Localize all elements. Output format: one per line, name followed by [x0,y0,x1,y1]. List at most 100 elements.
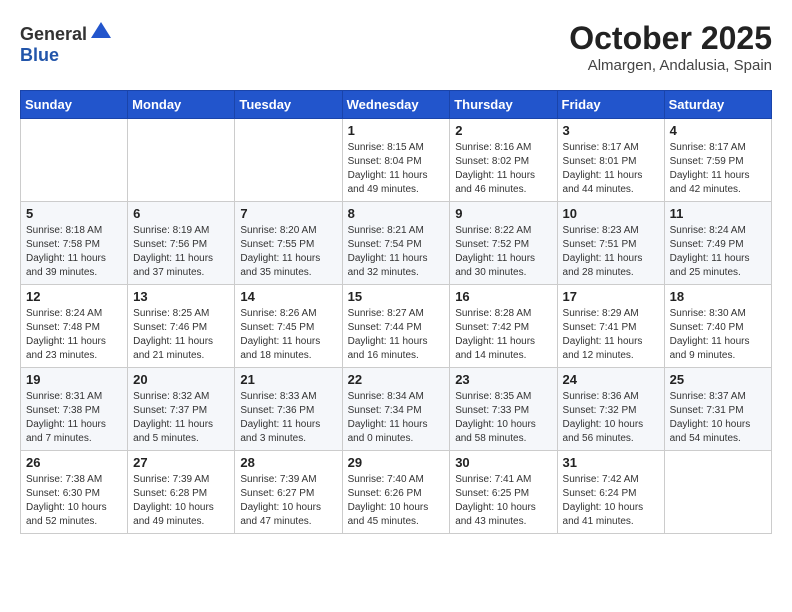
day-info: Sunrise: 8:22 AM Sunset: 7:52 PM Dayligh… [455,224,551,280]
calendar-cell [664,451,771,534]
day-number: 21 [240,372,336,387]
day-info: Sunrise: 8:27 AM Sunset: 7:44 PM Dayligh… [348,307,445,363]
calendar-cell: 1Sunrise: 8:15 AM Sunset: 8:04 PM Daylig… [342,119,450,202]
day-number: 25 [670,372,766,387]
calendar-cell: 7 Sunrise: 8:20 AM Sunset: 7:55 PM Daylig… [235,202,342,285]
month-title: October 2025 [569,20,772,57]
weekday-header: Friday [557,91,664,119]
calendar-week-row: 5 Sunrise: 8:18 AM Sunset: 7:58 PM Daylig… [21,202,772,285]
calendar-week-row: 1Sunrise: 8:15 AM Sunset: 8:04 PM Daylig… [21,119,772,202]
calendar-cell: 26Sunrise: 7:38 AM Sunset: 6:30 PM Dayli… [21,451,128,534]
weekday-header: Sunday [21,91,128,119]
calendar-week-row: 26Sunrise: 7:38 AM Sunset: 6:30 PM Dayli… [21,451,772,534]
day-number: 29 [348,455,445,470]
calendar-cell: 25 Sunrise: 8:37 AM Sunset: 7:31 PM Dayli… [664,368,771,451]
calendar-cell: 31Sunrise: 7:42 AM Sunset: 6:24 PM Dayli… [557,451,664,534]
calendar-cell: 30 Sunrise: 7:41 AM Sunset: 6:25 PM Dayli… [450,451,557,534]
day-number: 17 [563,289,659,304]
day-info: Sunrise: 8:17 AM Sunset: 8:01 PM Dayligh… [563,141,659,197]
calendar-cell: 15 Sunrise: 8:27 AM Sunset: 7:44 PM Dayli… [342,285,450,368]
day-number: 9 [455,206,551,221]
page-header: General Blue October 2025 Almargen, Anda… [20,20,772,74]
day-number: 7 [240,206,336,221]
weekday-header: Saturday [664,91,771,119]
day-info: Sunrise: 7:40 AM Sunset: 6:26 PM Dayligh… [348,473,445,529]
day-number: 11 [670,206,766,221]
calendar-week-row: 12 Sunrise: 8:24 AM Sunset: 7:48 PM Dayli… [21,285,772,368]
calendar-week-row: 19Sunrise: 8:31 AM Sunset: 7:38 PM Dayli… [21,368,772,451]
day-number: 27 [133,455,229,470]
day-number: 18 [670,289,766,304]
calendar-cell: 5 Sunrise: 8:18 AM Sunset: 7:58 PM Daylig… [21,202,128,285]
calendar-header: SundayMondayTuesdayWednesdayThursdayFrid… [21,91,772,119]
day-number: 5 [26,206,122,221]
day-info: Sunrise: 8:24 AM Sunset: 7:48 PM Dayligh… [26,307,122,363]
day-number: 15 [348,289,445,304]
day-info: Sunrise: 8:31 AM Sunset: 7:38 PM Dayligh… [26,390,122,446]
calendar-cell: 9 Sunrise: 8:22 AM Sunset: 7:52 PM Daylig… [450,202,557,285]
calendar-cell: 27 Sunrise: 7:39 AM Sunset: 6:28 PM Dayli… [128,451,235,534]
calendar-body: 1Sunrise: 8:15 AM Sunset: 8:04 PM Daylig… [21,119,772,534]
day-info: Sunrise: 7:41 AM Sunset: 6:25 PM Dayligh… [455,473,551,529]
day-info: Sunrise: 8:18 AM Sunset: 7:58 PM Dayligh… [26,224,122,280]
calendar-cell [235,119,342,202]
calendar-cell: 28Sunrise: 7:39 AM Sunset: 6:27 PM Dayli… [235,451,342,534]
day-info: Sunrise: 8:37 AM Sunset: 7:31 PM Dayligh… [670,390,766,446]
weekday-row: SundayMondayTuesdayWednesdayThursdayFrid… [21,91,772,119]
calendar-cell: 2Sunrise: 8:16 AM Sunset: 8:02 PM Daylig… [450,119,557,202]
day-info: Sunrise: 7:39 AM Sunset: 6:28 PM Dayligh… [133,473,229,529]
day-info: Sunrise: 8:20 AM Sunset: 7:55 PM Dayligh… [240,224,336,280]
calendar: SundayMondayTuesdayWednesdayThursdayFrid… [20,90,772,534]
calendar-cell [128,119,235,202]
day-info: Sunrise: 8:30 AM Sunset: 7:40 PM Dayligh… [670,307,766,363]
calendar-cell: 23 Sunrise: 8:35 AM Sunset: 7:33 PM Dayli… [450,368,557,451]
calendar-cell: 12 Sunrise: 8:24 AM Sunset: 7:48 PM Dayli… [21,285,128,368]
day-number: 6 [133,206,229,221]
logo-icon [89,20,113,40]
day-info: Sunrise: 8:21 AM Sunset: 7:54 PM Dayligh… [348,224,445,280]
day-number: 4 [670,123,766,138]
day-number: 12 [26,289,122,304]
location: Almargen, Andalusia, Spain [569,57,772,74]
calendar-cell: 6 Sunrise: 8:19 AM Sunset: 7:56 PM Daylig… [128,202,235,285]
day-info: Sunrise: 8:35 AM Sunset: 7:33 PM Dayligh… [455,390,551,446]
calendar-cell: 13Sunrise: 8:25 AM Sunset: 7:46 PM Dayli… [128,285,235,368]
day-info: Sunrise: 7:42 AM Sunset: 6:24 PM Dayligh… [563,473,659,529]
calendar-cell: 24Sunrise: 8:36 AM Sunset: 7:32 PM Dayli… [557,368,664,451]
day-info: Sunrise: 8:24 AM Sunset: 7:49 PM Dayligh… [670,224,766,280]
day-info: Sunrise: 8:28 AM Sunset: 7:42 PM Dayligh… [455,307,551,363]
calendar-cell: 18 Sunrise: 8:30 AM Sunset: 7:40 PM Dayli… [664,285,771,368]
day-number: 30 [455,455,551,470]
calendar-cell: 19Sunrise: 8:31 AM Sunset: 7:38 PM Dayli… [21,368,128,451]
day-number: 3 [563,123,659,138]
calendar-cell [21,119,128,202]
calendar-cell: 8 Sunrise: 8:21 AM Sunset: 7:54 PM Daylig… [342,202,450,285]
day-info: Sunrise: 7:39 AM Sunset: 6:27 PM Dayligh… [240,473,336,529]
day-info: Sunrise: 8:15 AM Sunset: 8:04 PM Dayligh… [348,141,445,197]
logo-general: General [20,24,87,44]
calendar-cell: 4 Sunrise: 8:17 AM Sunset: 7:59 PM Daylig… [664,119,771,202]
calendar-cell: 20Sunrise: 8:32 AM Sunset: 7:37 PM Dayli… [128,368,235,451]
weekday-header: Thursday [450,91,557,119]
title-block: October 2025 Almargen, Andalusia, Spain [569,20,772,74]
day-info: Sunrise: 8:34 AM Sunset: 7:34 PM Dayligh… [348,390,445,446]
calendar-cell: 3 Sunrise: 8:17 AM Sunset: 8:01 PM Daylig… [557,119,664,202]
day-info: Sunrise: 8:29 AM Sunset: 7:41 PM Dayligh… [563,307,659,363]
day-info: Sunrise: 8:17 AM Sunset: 7:59 PM Dayligh… [670,141,766,197]
day-number: 16 [455,289,551,304]
day-info: Sunrise: 8:19 AM Sunset: 7:56 PM Dayligh… [133,224,229,280]
calendar-cell: 11 Sunrise: 8:24 AM Sunset: 7:49 PM Dayli… [664,202,771,285]
day-info: Sunrise: 8:25 AM Sunset: 7:46 PM Dayligh… [133,307,229,363]
day-number: 8 [348,206,445,221]
calendar-cell: 16 Sunrise: 8:28 AM Sunset: 7:42 PM Dayli… [450,285,557,368]
logo: General Blue [20,20,113,66]
calendar-cell: 10 Sunrise: 8:23 AM Sunset: 7:51 PM Dayli… [557,202,664,285]
day-info: Sunrise: 8:33 AM Sunset: 7:36 PM Dayligh… [240,390,336,446]
day-number: 10 [563,206,659,221]
day-info: Sunrise: 8:32 AM Sunset: 7:37 PM Dayligh… [133,390,229,446]
day-info: Sunrise: 8:23 AM Sunset: 7:51 PM Dayligh… [563,224,659,280]
day-number: 14 [240,289,336,304]
day-info: Sunrise: 8:16 AM Sunset: 8:02 PM Dayligh… [455,141,551,197]
day-number: 26 [26,455,122,470]
day-number: 23 [455,372,551,387]
